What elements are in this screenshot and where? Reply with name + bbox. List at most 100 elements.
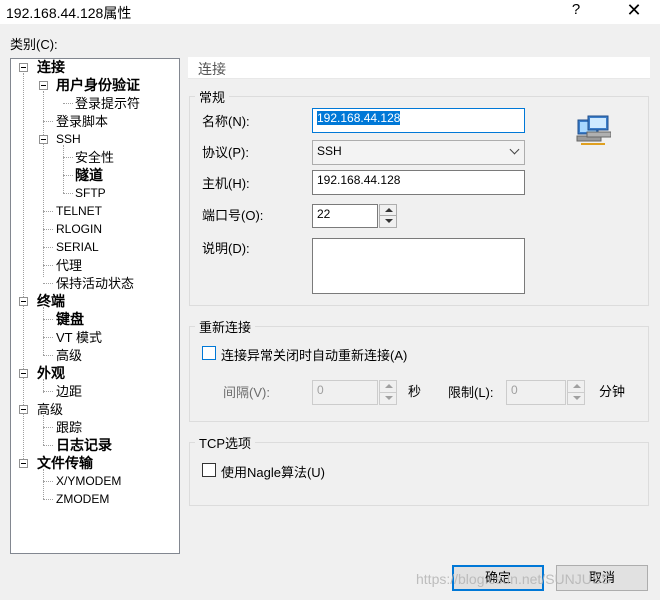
tree-item-margin[interactable]: 边距	[56, 383, 82, 400]
collapse-icon[interactable]	[19, 369, 28, 378]
collapse-icon[interactable]	[19, 459, 28, 468]
category-tree[interactable]: 连接 用户身份验证 登录提示符 登录脚本 SSH 安全性 隧道 SFTP TEL…	[10, 58, 180, 554]
tree-guide-line	[43, 307, 44, 355]
protocol-label: 协议(P):	[202, 145, 249, 160]
tree-item-logging[interactable]: 日志记录	[56, 437, 112, 454]
reconnect-group-title: 重新连接	[195, 317, 256, 336]
tree-item-rlogin[interactable]: RLOGIN	[56, 221, 102, 238]
section-title: 连接	[188, 57, 650, 79]
port-input[interactable]: 22	[312, 204, 378, 228]
host-label: 主机(H):	[202, 176, 250, 191]
interval-input[interactable]: 0	[312, 380, 378, 405]
limit-unit: 分钟	[599, 384, 626, 399]
tree-guide-line	[63, 145, 64, 193]
tree-item-xymodem[interactable]: X/YMODEM	[56, 473, 121, 490]
tree-branch	[43, 319, 53, 320]
category-label: 类别(C):	[10, 37, 58, 52]
protocol-select-value: SSH	[317, 144, 342, 158]
interval-spinner[interactable]	[379, 380, 397, 405]
tree-item-tunnel[interactable]: 隧道	[75, 167, 103, 184]
tree-item-trace[interactable]: 跟踪	[56, 419, 82, 436]
tree-item-terminal[interactable]: 终端	[37, 293, 65, 310]
tree-guide-line	[43, 91, 44, 277]
tree-branch	[63, 193, 73, 194]
tree-item-telnet[interactable]: TELNET	[56, 203, 102, 220]
tree-item-security[interactable]: 安全性	[75, 149, 114, 166]
collapse-icon[interactable]	[19, 297, 28, 306]
collapse-icon[interactable]	[39, 81, 48, 90]
protocol-select[interactable]: SSH	[312, 140, 525, 165]
reconnect-group	[189, 326, 649, 422]
tree-item-vt-mode[interactable]: VT 模式	[56, 329, 102, 346]
description-label: 说明(D):	[202, 241, 250, 256]
arrow-up-icon	[385, 208, 393, 212]
spin-up-button[interactable]	[568, 381, 584, 393]
tree-branch	[43, 445, 53, 446]
tree-item-terminal-advanced[interactable]: 高级	[56, 347, 82, 364]
collapse-icon[interactable]	[19, 405, 28, 414]
limit-label: 限制(L):	[448, 385, 494, 400]
chevron-down-icon	[509, 144, 520, 155]
name-label: 名称(N):	[202, 114, 250, 129]
network-computer-icon	[576, 115, 611, 145]
interval-unit: 秒	[408, 384, 422, 399]
tree-branch	[63, 157, 73, 158]
close-button[interactable]: ✕	[620, 0, 648, 22]
port-label: 端口号(O):	[202, 208, 264, 223]
port-spinner[interactable]	[379, 204, 397, 228]
collapse-icon[interactable]	[39, 135, 48, 144]
nagle-checkbox[interactable]	[202, 463, 216, 477]
spin-up-button[interactable]	[380, 205, 396, 216]
tree-branch	[43, 481, 53, 482]
tree-item-file-transfer[interactable]: 文件传输	[37, 455, 93, 472]
tree-item-appearance[interactable]: 外观	[37, 365, 65, 382]
tree-branch	[43, 247, 53, 248]
tree-item-keyboard[interactable]: 键盘	[56, 311, 84, 328]
spin-down-button[interactable]	[380, 393, 396, 405]
tree-item-keepalive[interactable]: 保持活动状态	[56, 275, 134, 292]
arrow-up-icon	[573, 384, 581, 388]
arrow-down-icon	[573, 395, 581, 400]
general-group-title: 常规	[195, 87, 230, 106]
collapse-icon[interactable]	[19, 63, 28, 72]
tree-branch	[43, 427, 53, 428]
tree-branch	[63, 175, 73, 176]
arrow-up-icon	[385, 384, 393, 388]
tree-item-connection[interactable]: 连接	[37, 59, 65, 76]
tree-item-zmodem[interactable]: ZMODEM	[56, 491, 109, 508]
tree-item-login-prompt[interactable]: 登录提示符	[75, 95, 140, 112]
tree-branch	[43, 265, 53, 266]
tree-item-ssh[interactable]: SSH	[56, 131, 81, 148]
tree-guide-line	[43, 469, 44, 499]
arrow-down-icon	[385, 219, 393, 223]
name-input[interactable]: 192.168.44.128	[312, 108, 525, 133]
arrow-down-icon	[385, 395, 393, 400]
auto-reconnect-checkbox[interactable]	[202, 346, 216, 360]
tree-item-advanced[interactable]: 高级	[37, 401, 63, 418]
nagle-label: 使用Nagle算法(U)	[221, 465, 326, 480]
tree-guide-line	[43, 415, 44, 445]
help-button[interactable]: ?	[565, 1, 587, 21]
limit-input[interactable]: 0	[506, 380, 566, 405]
tree-branch	[43, 355, 53, 356]
spin-down-button[interactable]	[568, 393, 584, 405]
tree-branch	[43, 283, 53, 284]
auto-reconnect-label: 连接异常关闭时自动重新连接(A)	[221, 348, 408, 363]
interval-label: 间隔(V):	[223, 385, 270, 400]
tree-item-auth[interactable]: 用户身份验证	[56, 77, 140, 94]
tree-item-serial[interactable]: SERIAL	[56, 239, 99, 256]
tree-item-login-script[interactable]: 登录脚本	[56, 113, 108, 130]
limit-spinner[interactable]	[567, 380, 585, 405]
tree-branch	[43, 391, 53, 392]
tree-branch	[63, 103, 73, 104]
tree-branch	[43, 121, 53, 122]
tree-item-sftp[interactable]: SFTP	[75, 185, 106, 202]
tree-branch	[43, 211, 53, 212]
tcp-group-title: TCP选项	[195, 433, 256, 452]
spin-up-button[interactable]	[380, 381, 396, 393]
tree-item-proxy[interactable]: 代理	[56, 257, 82, 274]
host-input[interactable]: 192.168.44.128	[312, 170, 525, 195]
description-textarea[interactable]	[312, 238, 525, 294]
spin-down-button[interactable]	[380, 216, 396, 227]
window-title: 192.168.44.128属性	[6, 5, 132, 21]
